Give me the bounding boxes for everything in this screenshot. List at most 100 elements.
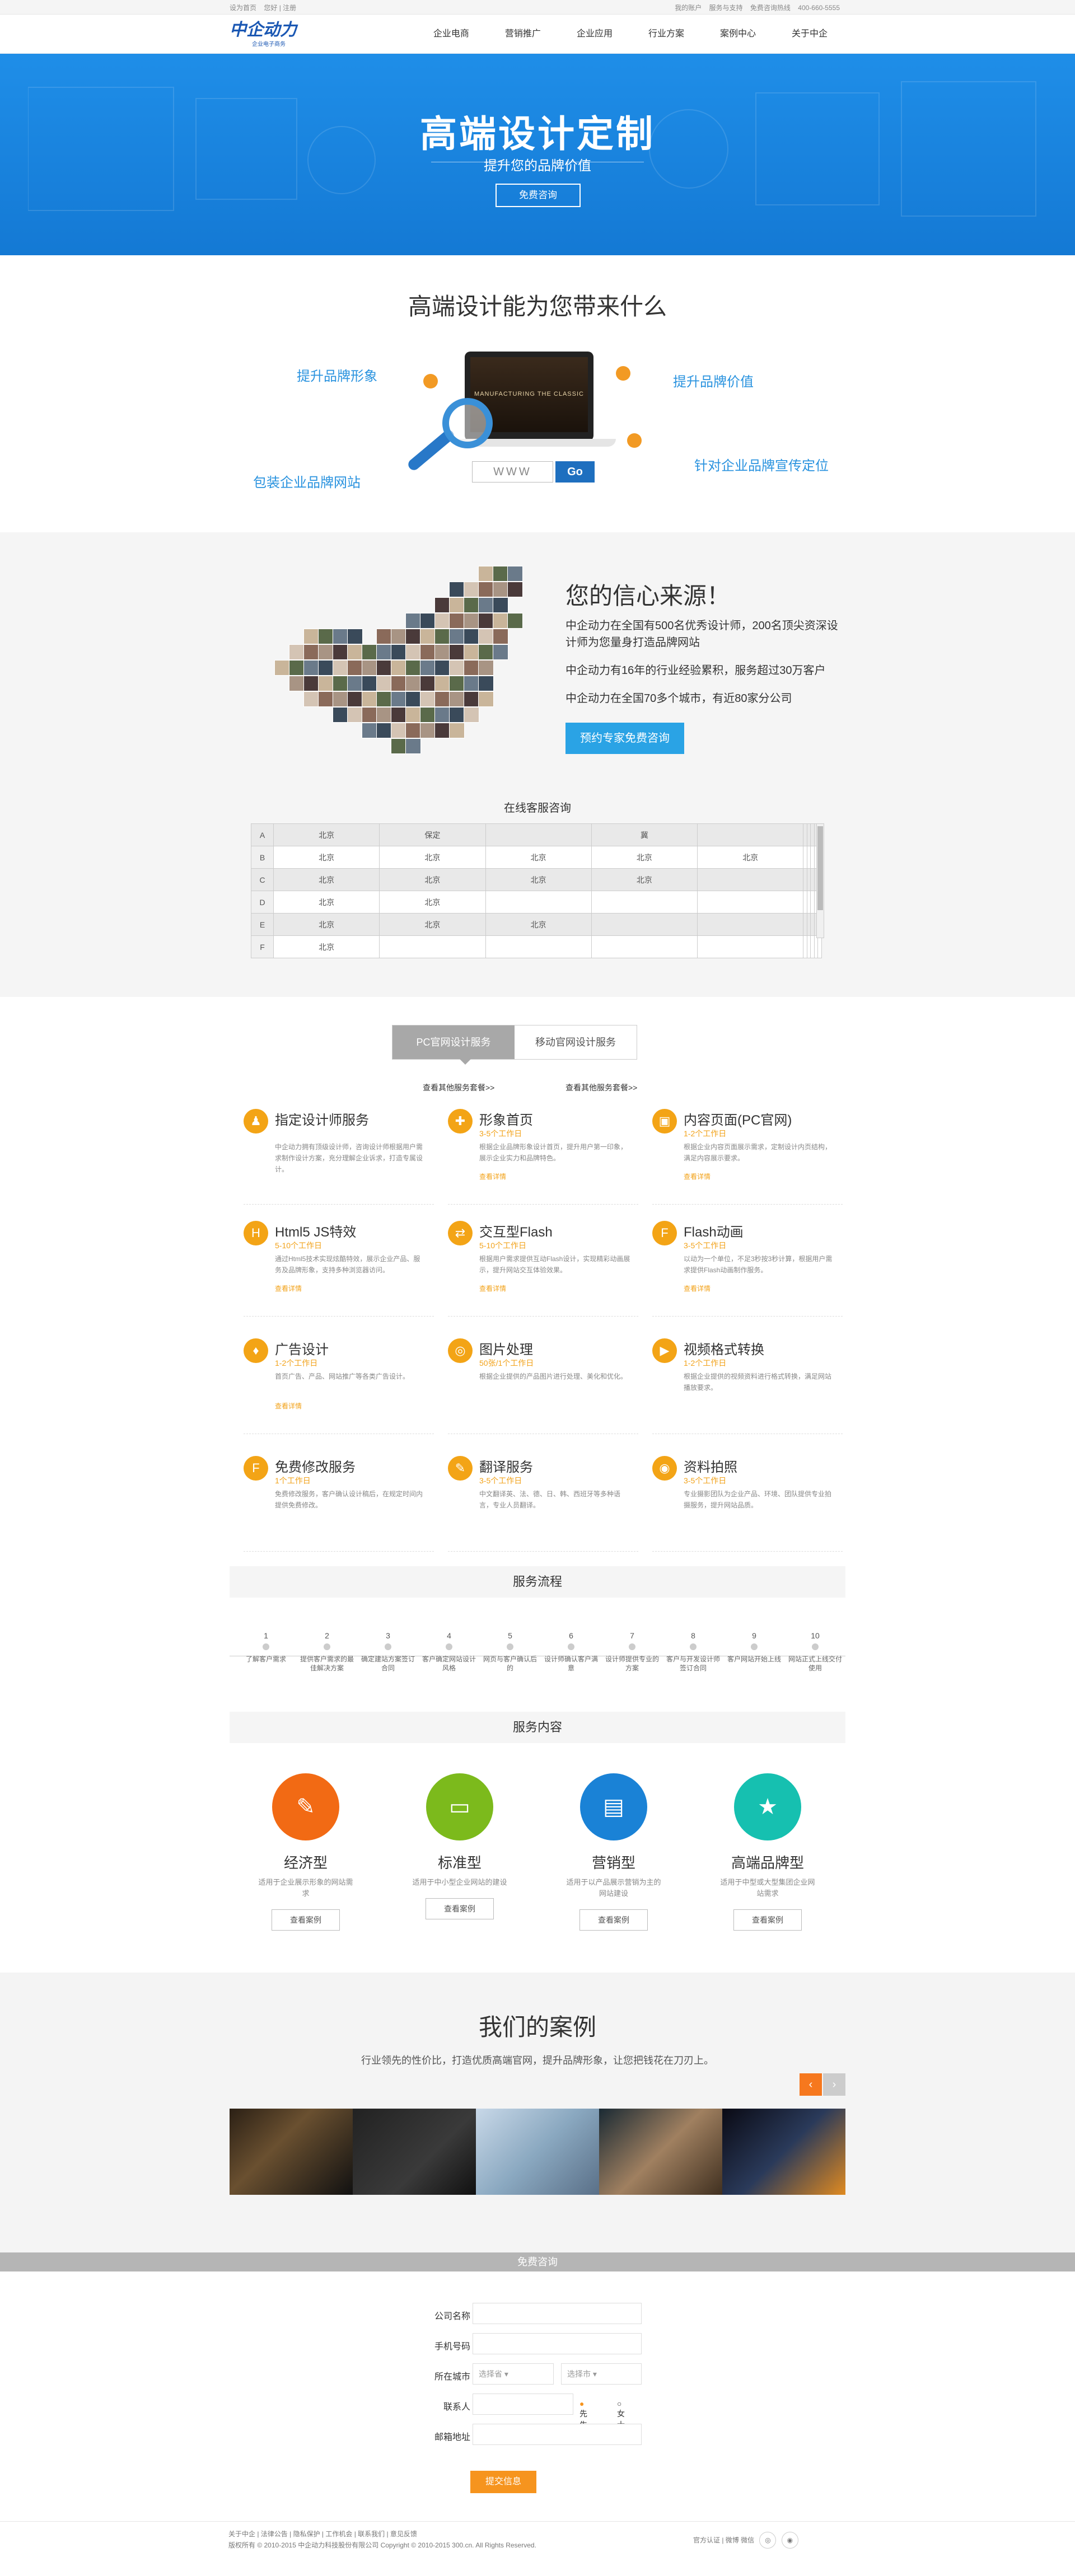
- table-cell[interactable]: 冀: [591, 823, 698, 846]
- tab-mobile-design[interactable]: 移动官网设计服务: [515, 1025, 637, 1059]
- wechat-icon[interactable]: ◉: [781, 2532, 798, 2549]
- designer-photo-tile: [347, 691, 363, 707]
- weibo-icon[interactable]: ◎: [759, 2532, 777, 2549]
- table-cell[interactable]: 北京: [591, 868, 698, 891]
- phone-input[interactable]: [473, 2333, 642, 2354]
- table-cell[interactable]: 北京: [485, 913, 592, 936]
- service-more-link[interactable]: 查看详情: [684, 1172, 711, 1181]
- case-thumbnail[interactable]: [353, 2109, 476, 2195]
- service-more-link[interactable]: 查看详情: [275, 1284, 302, 1293]
- view-case-button[interactable]: 查看案例: [272, 1909, 340, 1931]
- table-cell[interactable]: 北京: [485, 846, 592, 869]
- banner-subtitle: 提升您的品牌价值: [484, 158, 591, 174]
- designer-photo-tile: [376, 691, 392, 707]
- nav-item[interactable]: 企业电商: [415, 15, 487, 54]
- table-scrollbar[interactable]: [816, 823, 824, 938]
- service-description: 根据企业提供的视频资料进行格式转换，满足网站播放要求。: [684, 1373, 832, 1392]
- step-text: 客户与开发设计师签订合同: [666, 1655, 720, 1672]
- view-case-button[interactable]: 查看案例: [733, 1909, 802, 1931]
- table-cell[interactable]: 北京: [379, 891, 486, 914]
- email-input[interactable]: [473, 2424, 642, 2445]
- my-account-link[interactable]: 我的账户: [675, 4, 702, 12]
- table-cell[interactable]: 保定: [379, 823, 486, 846]
- next-case-button[interactable]: ›: [823, 2073, 845, 2096]
- designer-photo-tile: [493, 566, 508, 582]
- company-name-input[interactable]: [473, 2303, 642, 2324]
- table-cell: [697, 913, 804, 936]
- table-cell: [591, 913, 698, 936]
- table-cell[interactable]: 北京: [273, 935, 380, 958]
- designer-photo-tile: [391, 723, 406, 738]
- table-cell[interactable]: 北京: [697, 846, 804, 869]
- footer-links[interactable]: 关于中企 | 法律公告 | 隐私保护 | 工作机会 | 联系我们 | 意见反馈: [228, 2528, 536, 2540]
- service-icon: F: [244, 1456, 268, 1481]
- case-thumbnail[interactable]: [722, 2109, 845, 2195]
- table-cell[interactable]: 北京: [591, 846, 698, 869]
- process-step: 1 了解客户需求: [238, 1631, 294, 1664]
- nav-item[interactable]: 企业应用: [559, 15, 630, 54]
- service-more-link[interactable]: 查看详情: [684, 1284, 711, 1293]
- table-cell[interactable]: 北京: [379, 846, 486, 869]
- nav-item[interactable]: 行业方案: [630, 15, 702, 54]
- case-thumbnail[interactable]: [476, 2109, 599, 2195]
- designer-photo-tile: [420, 660, 436, 676]
- nav-item[interactable]: 关于中企: [774, 15, 845, 54]
- province-select[interactable]: 选择省 ▾: [473, 2363, 554, 2385]
- support-link[interactable]: 服务与支持: [709, 4, 743, 12]
- tab-pc-design[interactable]: PC官网设计服务: [392, 1025, 515, 1059]
- service-tabs: PC官网设计服务 移动官网设计服务: [392, 1025, 637, 1065]
- submit-button[interactable]: 提交信息: [470, 2471, 536, 2493]
- designer-photo-tile: [420, 613, 436, 629]
- more-packages-link[interactable]: 查看其他服务套餐>>: [423, 1082, 494, 1093]
- benefit-item: 提升品牌形象: [297, 369, 377, 384]
- designer-photo-tile: [347, 629, 363, 644]
- table-cell[interactable]: 北京: [273, 913, 380, 936]
- hotline-label: 免费咨询热线: [750, 3, 791, 12]
- designer-photo-tile: [347, 676, 363, 691]
- set-homepage-link[interactable]: 设为首页: [230, 4, 256, 12]
- table-cell[interactable]: 北京: [273, 823, 380, 846]
- logo[interactable]: 中企动力 企业电子商务: [230, 21, 325, 48]
- table-cell[interactable]: 北京: [273, 868, 380, 891]
- process-step: 7 设计师提供专业的方案: [604, 1631, 660, 1673]
- more-packages-link[interactable]: 查看其他服务套餐>>: [565, 1082, 637, 1093]
- service-icon: ◉: [652, 1456, 677, 1481]
- case-thumbnail[interactable]: [599, 2109, 722, 2195]
- service-divider: [652, 1316, 843, 1317]
- table-cell[interactable]: 北京: [485, 868, 592, 891]
- nav-item[interactable]: 营销推广: [487, 15, 559, 54]
- table-cell[interactable]: 北京: [379, 868, 486, 891]
- service-more-link[interactable]: 查看详情: [479, 1172, 506, 1181]
- step-number: 4: [447, 1631, 451, 1640]
- view-case-button[interactable]: 查看案例: [579, 1909, 648, 1931]
- process-step: 4 客户确定网站设计风格: [421, 1631, 477, 1673]
- city-select[interactable]: 选择市 ▾: [561, 2363, 642, 2385]
- phone-label: 手机号码: [434, 2342, 470, 2352]
- contact-input[interactable]: [473, 2394, 573, 2415]
- process-step: 2 提供客户需求的最佳解决方案: [299, 1631, 355, 1673]
- confidence-section: 您的信心来源！ 中企动力在全国有500名优秀设计师，200名顶尖资深设计师为您量…: [0, 532, 1075, 997]
- service-more-link[interactable]: 查看详情: [479, 1284, 506, 1293]
- free-consult-button[interactable]: 免费咨询: [496, 184, 581, 207]
- magnifier-icon: [442, 398, 493, 448]
- service-more-link[interactable]: 查看详情: [275, 1401, 302, 1411]
- prev-case-button[interactable]: ‹: [800, 2073, 822, 2096]
- footer-certification[interactable]: 官方认证 | 微博 微信: [693, 2536, 754, 2544]
- view-case-button[interactable]: 查看案例: [426, 1898, 494, 1919]
- designer-photo-tile: [391, 644, 406, 660]
- online-service-table: A 北京 保定冀 B 北京 北京 北京 北京 北京 C 北京 北京 北京 北京 D 北京 北京 E 北京 北京 北京 F 北…: [251, 823, 822, 958]
- table-cell: [485, 935, 592, 958]
- cases-section: 我们的案例 行业领先的性价比，打造优质高端官网，提升品牌形象，让您把钱花在刀刃上…: [0, 1973, 1075, 2252]
- nav-item[interactable]: 案例中心: [702, 15, 774, 54]
- table-cell[interactable]: 北京: [379, 913, 486, 936]
- table-cell[interactable]: 北京: [273, 891, 380, 914]
- designer-photo-tile: [362, 691, 377, 707]
- footer-right: 官方认证 | 微博 微信 ◎ ◉: [693, 2532, 798, 2549]
- case-thumbnail[interactable]: [230, 2109, 353, 2195]
- book-expert-button[interactable]: 预约专家免费咨询: [565, 723, 684, 754]
- login-register-link[interactable]: 您好 | 注册: [264, 4, 296, 12]
- designer-photo-tile: [405, 660, 421, 676]
- service-description: 根据企业提供的产品图片进行处理、美化和优化。: [479, 1373, 628, 1380]
- process-step: 6 设计师确认客户满意: [543, 1631, 599, 1673]
- table-cell[interactable]: 北京: [273, 846, 380, 869]
